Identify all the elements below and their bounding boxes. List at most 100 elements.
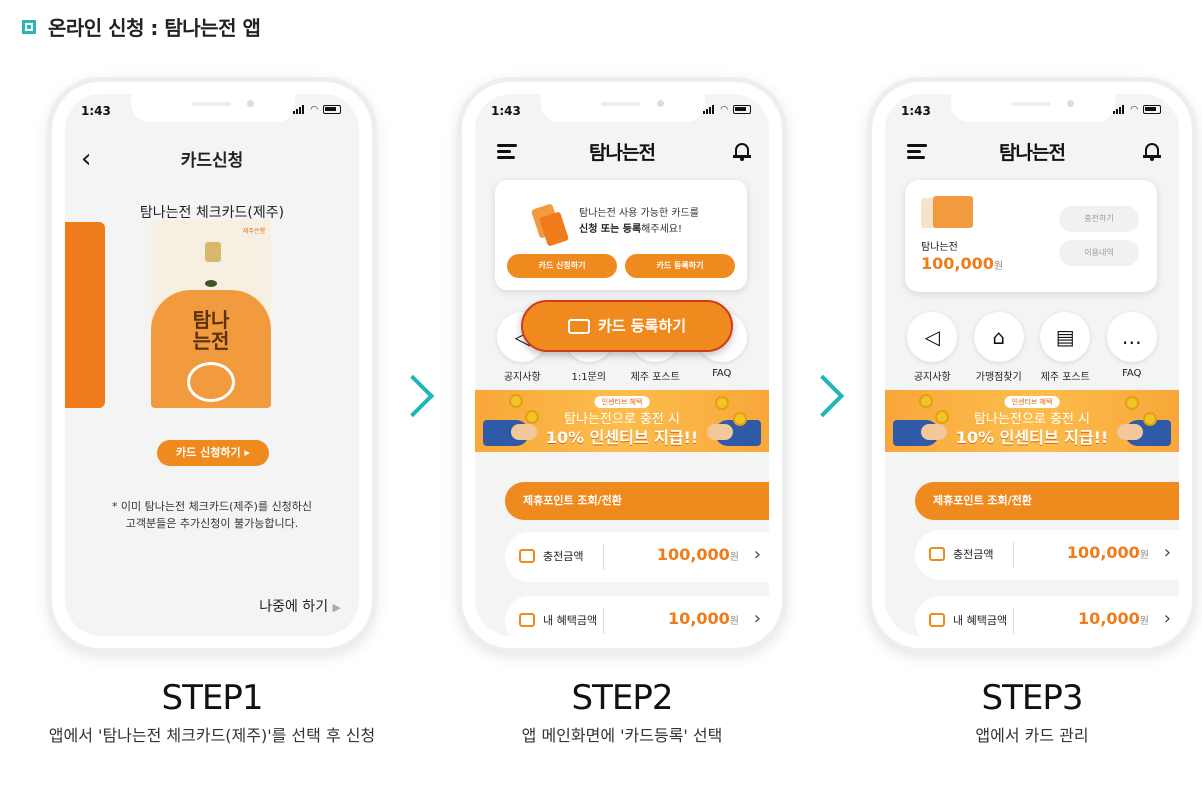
list-item[interactable]: 충전금액 100,000원 ›	[915, 530, 1179, 580]
card-label: 탐나는전	[921, 242, 958, 253]
app-brand: 탐나는전	[589, 142, 656, 164]
phone-step1: 1:43 ◠ ‹ 카드신청 탐나는전 체크카드(제주) 제주은행 탐나 는전 카…	[52, 82, 372, 648]
battery-icon	[323, 105, 341, 114]
card-promo-box: 탐나는전 사용 가능한 카드를 신청 또는 등록해주세요! 카드 신청하기 카드…	[495, 180, 747, 290]
next-arrow-icon	[808, 372, 834, 420]
status-icons: ◠	[703, 105, 751, 115]
post-icon: ▤	[1040, 312, 1091, 362]
row-label: 충전금액	[953, 548, 994, 561]
later-link-label: 나중에 하기	[259, 599, 329, 615]
battery-icon	[1143, 105, 1161, 114]
megaphone-icon: ◁	[907, 312, 958, 362]
points-tab[interactable]: 제휴포인트 조회/전환	[505, 482, 769, 520]
list-item[interactable]: 내 혜택금액 10,000원 ›	[505, 596, 769, 636]
signal-icon	[1113, 105, 1126, 114]
chevron-right-icon: ›	[753, 544, 761, 565]
phone-screen: 1:43 ◠ 탐나는전 탐나는전 100,000원 충전하기 이용내역 ◁ 공지사…	[885, 94, 1179, 636]
row-label: 내 혜택금액	[543, 614, 598, 627]
promo-text: 탐나는전 사용 가능한 카드를 신청 또는 등록해주세요!	[579, 208, 699, 235]
step1-title: STEP1	[161, 678, 264, 718]
wifi-icon: ◠	[720, 105, 730, 115]
banner-tag: 인센티브 혜택	[1004, 396, 1060, 408]
card-balance: 100,000원	[921, 254, 1004, 273]
faq-icon: …	[1106, 312, 1157, 362]
step1-desc: 앱에서 '탐나는전 체크카드(제주)'를 선택 후 신청	[48, 726, 376, 745]
register-card-callout[interactable]: 카드 등록하기	[521, 300, 733, 352]
phone-screen: 1:43 ◠ 탐나는전 탐나는전 사용 가능한 카드를 신청 또는 등록해주세요…	[475, 94, 769, 636]
benefit-icon	[929, 613, 945, 627]
section-header: 온라인 신청 : 탐나는전 앱	[22, 12, 261, 41]
chevron-right-icon: ›	[1163, 542, 1171, 563]
row-value: 100,000원	[656, 545, 739, 564]
wifi-icon: ◠	[1130, 105, 1140, 115]
menu-store-finder[interactable]: ⌂ 가맹점찾기	[969, 312, 1029, 383]
card-register-button[interactable]: 카드 등록하기	[625, 254, 735, 278]
balance-card: 탐나는전 100,000원 충전하기 이용내역	[905, 180, 1157, 292]
screen-title: 카드신청	[180, 151, 244, 171]
wallet-icon	[929, 547, 945, 561]
coin-icon	[919, 394, 933, 408]
wifi-icon: ◠	[310, 105, 320, 115]
wallet-icon	[519, 549, 535, 563]
check-card-image[interactable]: 제주은행 탐나 는전	[151, 220, 271, 408]
card-icon	[567, 319, 590, 334]
menu-notice[interactable]: ◁ 공지사항	[902, 312, 962, 383]
bell-icon[interactable]	[1143, 141, 1161, 161]
section-title: 온라인 신청 : 탐나는전 앱	[48, 16, 261, 40]
status-time: 1:43	[81, 104, 111, 118]
later-link[interactable]: 나중에 하기 ▶	[259, 596, 341, 616]
signal-icon	[293, 105, 306, 114]
quick-menu: ◁ 공지사항 ⌂ 가맹점찾기 ▤ 제주 포스트 … FAQ	[885, 312, 1179, 383]
adjacent-card[interactable]	[65, 222, 105, 408]
card-name: 탐나는전 체크카드(제주)	[139, 205, 285, 221]
card-apply-button[interactable]: 카드 신청하기	[507, 254, 617, 278]
status-icons: ◠	[1113, 105, 1161, 115]
menu-jeju-post[interactable]: ▤제주 포스트	[1035, 312, 1095, 383]
list-item[interactable]: 내 혜택금액 10,000원 ›	[915, 596, 1179, 636]
step3-title: STEP3	[981, 678, 1084, 718]
card-chip	[205, 242, 221, 262]
bullet-square-icon	[22, 19, 36, 34]
card-face-graphic	[187, 362, 235, 402]
phone-notch	[951, 94, 1115, 122]
list-item[interactable]: 충전금액 100,000원 ›	[505, 532, 769, 582]
store-icon: ⌂	[973, 312, 1024, 362]
phone-step3: 1:43 ◠ 탐나는전 탐나는전 100,000원 충전하기 이용내역 ◁ 공지사…	[872, 82, 1192, 648]
banner-line2: 10% 인센티브 지급!!	[545, 428, 699, 447]
row-value: 100,000원	[1066, 543, 1149, 562]
chevron-right-icon: ›	[753, 608, 761, 629]
phone-notch	[131, 94, 295, 122]
phone-step2: 1:43 ◠ 탐나는전 탐나는전 사용 가능한 카드를 신청 또는 등록해주세요…	[462, 82, 782, 648]
signal-icon	[703, 105, 716, 114]
points-tab[interactable]: 제휴포인트 조회/전환	[915, 482, 1179, 520]
charge-button[interactable]: 충전하기	[1059, 206, 1139, 232]
step2-title: STEP2	[571, 678, 674, 718]
card-bank-label: 제주은행	[242, 228, 265, 235]
card-apply-button[interactable]: 카드 신청하기 ▸	[157, 440, 269, 466]
banner-line2: 10% 인센티브 지급!!	[955, 428, 1109, 447]
card-logo: 탐나 는전	[192, 308, 230, 353]
history-button[interactable]: 이용내역	[1059, 240, 1139, 266]
apply-note: * 이미 탐나는전 체크카드(제주)를 신청하신 고객분들은 추가신청이 불가능…	[111, 500, 313, 530]
card-leaf	[205, 280, 217, 287]
banner-tag: 인센티브 혜택	[594, 396, 650, 408]
step2-desc: 앱 메인화면에 '카드등록' 선택	[521, 726, 723, 745]
benefit-icon	[519, 613, 535, 627]
card-graphic-icon	[538, 211, 570, 247]
chevron-right-icon: ›	[1163, 608, 1171, 629]
status-icons: ◠	[293, 105, 341, 115]
step3-desc: 앱에서 카드 관리	[975, 726, 1089, 745]
chevron-right-icon: ▶	[332, 601, 341, 614]
next-arrow-icon	[398, 372, 424, 420]
status-time: 1:43	[491, 104, 521, 118]
incentive-banner[interactable]: 인센티브 혜택 탐나는전으로 충전 시 10% 인센티브 지급!!	[885, 390, 1179, 452]
status-time: 1:43	[901, 104, 931, 118]
incentive-banner[interactable]: 인센티브 혜택 탐나는전으로 충전 시 10% 인센티브 지급!!	[475, 390, 769, 452]
app-brand: 탐나는전	[999, 142, 1066, 164]
bell-icon[interactable]	[733, 141, 751, 161]
row-label: 내 혜택금액	[953, 614, 1008, 627]
row-value: 10,000원	[668, 609, 739, 628]
card-thumbnail[interactable]	[933, 196, 973, 228]
phone-notch	[541, 94, 705, 122]
menu-faq[interactable]: … FAQ	[1102, 312, 1162, 383]
